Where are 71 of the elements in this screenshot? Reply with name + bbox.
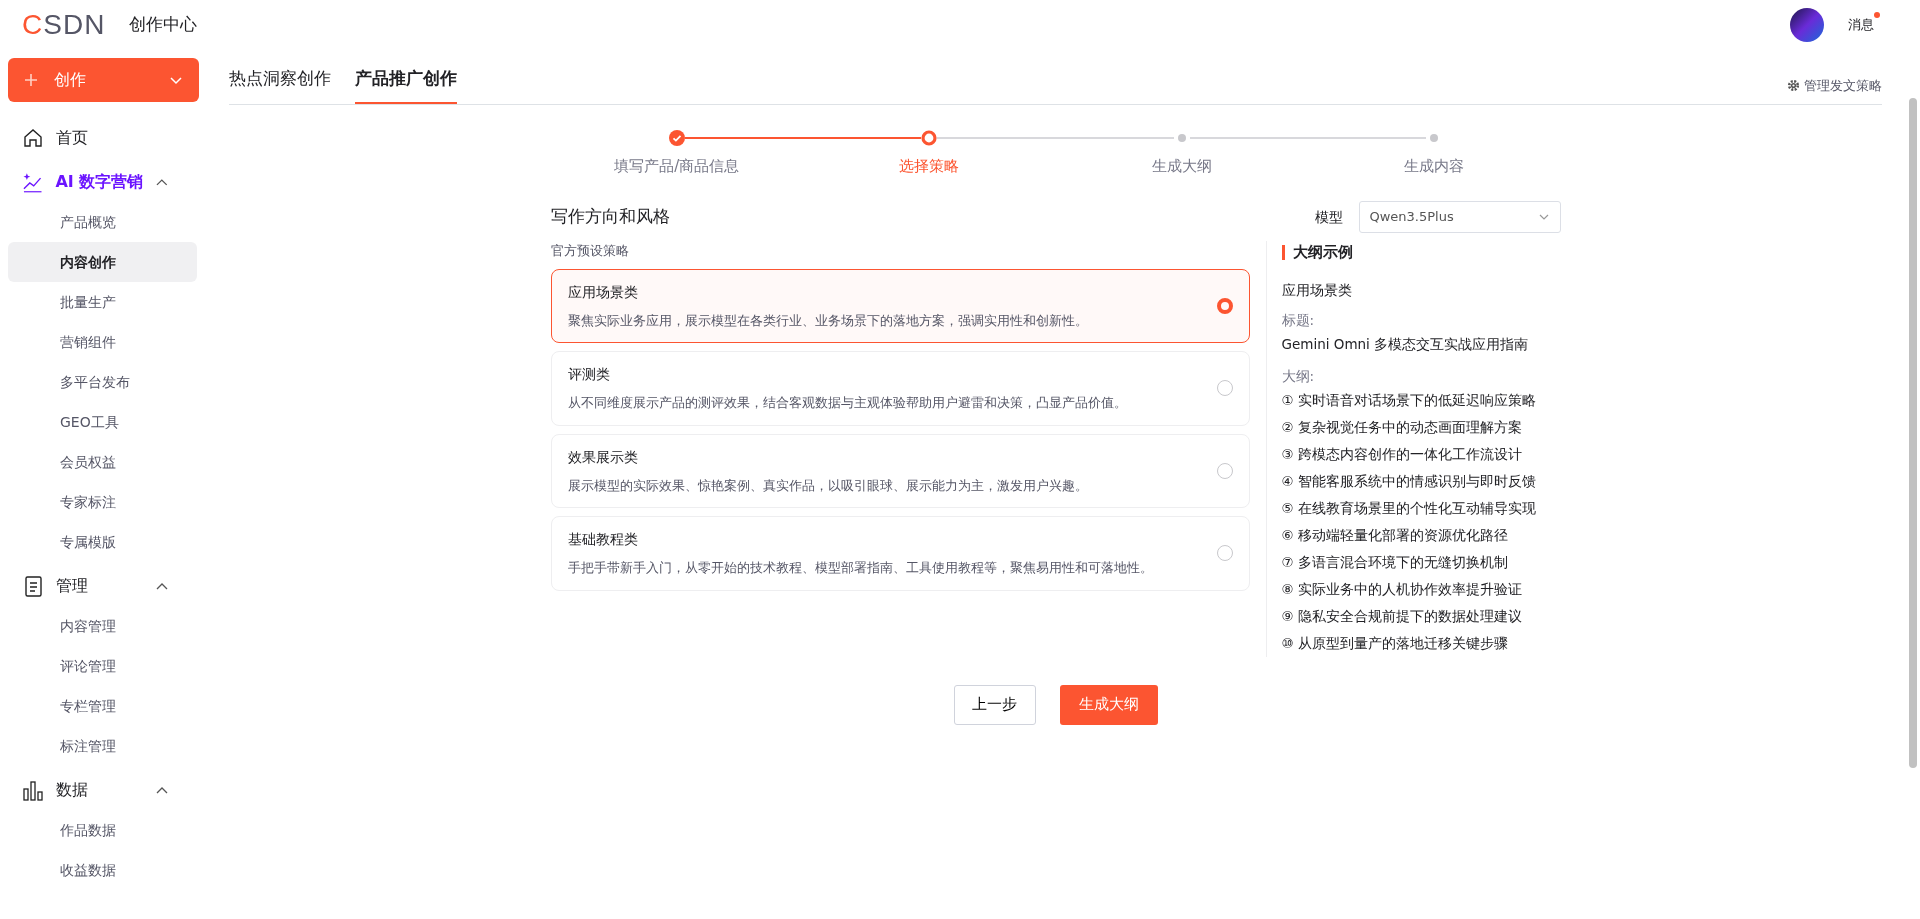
sidebar-subitem[interactable]: 营销组件 [8, 322, 197, 362]
panel-heading: 大纲示例 [1292, 242, 1353, 263]
sidebar-subitem[interactable]: 评论管理 [8, 646, 197, 686]
outline-title-label: 标题: [1281, 310, 1316, 330]
card-title: 应用场景类 [567, 282, 639, 302]
outline-item: ⑨ 隐私安全合规前提下的数据处理建议 [1281, 606, 1523, 626]
outline-item: ⑧ 实际业务中的人机协作效率提升验证 [1281, 579, 1523, 599]
card-description: 从不同维度展示产品的测评效果，结合客观数据与主观体验帮助用户避雷和决策，凸显产品价值。 [567, 394, 1128, 412]
step-label: 选择策略 [899, 155, 960, 177]
outline-title: Gemini Omni 多模态交互实战应用指南 [1281, 335, 1530, 354]
sidebar-item[interactable]: 首页 [8, 118, 197, 158]
home-icon [22, 127, 44, 149]
settings-link[interactable]: 管理发文策略 [1787, 76, 1882, 96]
sidebar-item[interactable]: 管理 [8, 566, 197, 606]
strategy-card[interactable]: 评测类 从不同维度展示产品的测评效果，结合客观数据与主观体验帮助用户避雷和决策，凸显产品价值。 [550, 351, 1250, 426]
tab[interactable]: 产品推广创作 [355, 58, 457, 104]
document-icon [22, 575, 44, 597]
sidebar-subitem[interactable]: 产品概览 [8, 202, 197, 242]
sidebar-item[interactable]: 数据 [8, 770, 197, 810]
strategy-card[interactable]: 效果展示类 展示模型的实际效果、惊艳案例、真实作品，以吸引眼球、展示能力为主，激发用户兴趣。 [550, 433, 1250, 508]
sidebar-subitem[interactable]: 专家标注 [8, 482, 197, 522]
card-description: 手把手带新手入门，从零开始的技术教程、模型部署指南、工具使用教程等，聚焦易用性和可落地性。 [567, 559, 1154, 577]
accent-bar [1281, 244, 1285, 260]
section-title: 写作方向和风格 [550, 205, 671, 229]
sidebar-subitem[interactable]: 内容创作 [8, 242, 197, 282]
sidebar-subitem[interactable]: 作品数据 [8, 810, 197, 850]
sidebar-subitem[interactable]: 专栏管理 [8, 686, 197, 726]
outline-item: ② 复杂视觉任务中的动态画面理解方案 [1281, 417, 1523, 437]
sidebar-item[interactable]: AI 数字营销 [8, 162, 197, 202]
sidebar-subitem[interactable]: 多平台发布 [8, 362, 197, 402]
model-select[interactable]: Qwen3.5Plus [1358, 201, 1561, 233]
outline-item: ⑩ 从原型到量产的落地迁移关键步骤 [1281, 633, 1509, 653]
card-title: 效果展示类 [567, 447, 639, 467]
sidebar-subitem[interactable]: 会员权益 [8, 442, 197, 482]
outline-item: ⑦ 多语言混合环境下的无缝切换机制 [1281, 552, 1509, 572]
step-label: 生成内容 [1404, 155, 1465, 177]
outline-category: 应用场景类 [1281, 280, 1353, 300]
model-label: 模型 [1314, 207, 1343, 227]
outline-label: 大纲: [1281, 367, 1316, 387]
bar-chart-icon [22, 779, 44, 801]
sidebar-subitem[interactable]: GEO工具 [8, 402, 197, 442]
card-description: 展示模型的实际效果、惊艳案例、真实作品，以吸引眼球、展示能力为主，激发用户兴趣。 [567, 476, 1089, 495]
card-title: 评测类 [567, 365, 611, 384]
outline-item: ⑤ 在线教育场景里的个性化互动辅导实现 [1281, 498, 1537, 518]
card-description: 聚焦实际业务应用，展示模型在各类行业、业务场景下的落地方案，强调实用性和创新性。 [567, 311, 1089, 330]
messages-link[interactable]: 消息 [1848, 15, 1874, 35]
sidebar-subitem[interactable]: 内容管理 [8, 606, 197, 646]
trend-icon [22, 171, 44, 193]
sidebar-subitem[interactable]: 批量生产 [8, 282, 197, 322]
outline-item: ① 实时语音对话场景下的低延迟响应策略 [1281, 390, 1537, 410]
outline-item: ⑥ 移动端轻量化部署的资源优化路径 [1281, 525, 1509, 545]
tab[interactable]: 热点洞察创作 [229, 58, 331, 104]
sidebar-subitem[interactable]: 收益数据 [8, 850, 197, 890]
app-title: 创作中心 [129, 13, 198, 37]
plus-icon [24, 73, 38, 87]
sidebar-subitem[interactable]: 标注管理 [8, 726, 197, 766]
scrollbar[interactable] [1909, 98, 1917, 768]
back-button[interactable]: 上一步 [953, 684, 1036, 725]
radio-button[interactable] [1216, 297, 1233, 314]
preset-label: 官方预设策略 [550, 242, 630, 260]
outline-item: ③ 跨模态内容创作的一体化工作流设计 [1281, 444, 1523, 464]
strategy-card[interactable]: 基础教程类 手把手带新手入门，从零开始的技术教程、模型部署指南、工具使用教程等，聚焦易用性和可落地性。 [550, 516, 1250, 591]
settings-icon [1787, 79, 1800, 93]
avatar-icon [1790, 8, 1824, 42]
card-title: 基础教程类 [567, 530, 639, 549]
sidebar-subitem[interactable]: 专属模版 [8, 522, 197, 562]
outline-item: ④ 智能客服系统中的情感识别与即时反馈 [1281, 471, 1537, 491]
step-label: 填写产品/商品信息 [614, 155, 740, 177]
step-label: 生成大纲 [1151, 155, 1212, 177]
strategy-card[interactable]: 应用场景类 聚焦实际业务应用，展示模型在各类行业、业务场景下的落地方案，强调实用性和创新性。 [550, 268, 1250, 343]
logo[interactable]: CSDN [22, 11, 106, 39]
